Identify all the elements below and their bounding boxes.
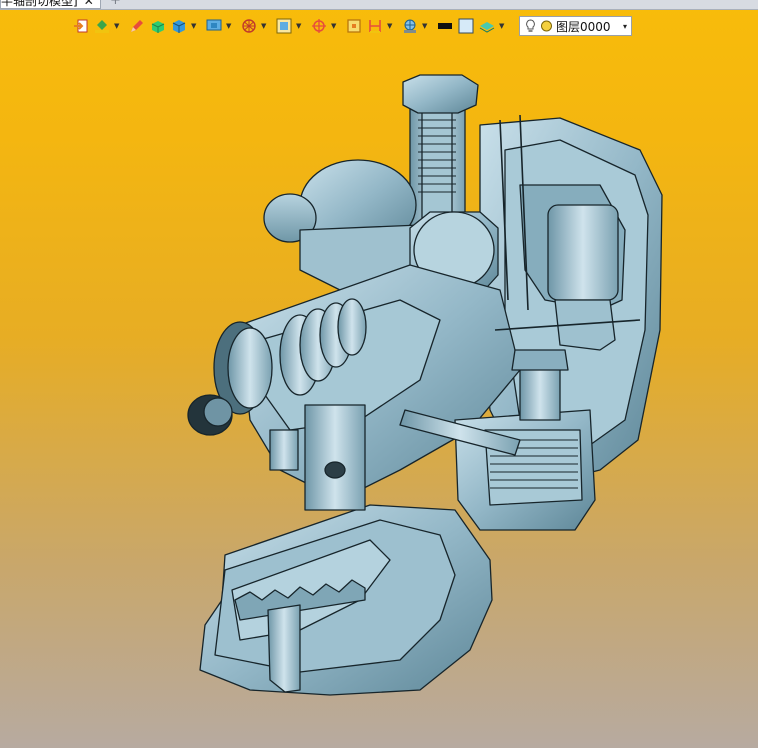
globe-plate-icon[interactable] (401, 17, 419, 35)
wireframe-sphere-icon[interactable] (240, 17, 258, 35)
black-rect-icon[interactable] (436, 17, 454, 35)
cube-icon[interactable] (170, 17, 188, 35)
dimension-icon[interactable] (366, 17, 384, 35)
dimension-dropdown[interactable]: ▼ (387, 17, 394, 35)
crosshair-icon[interactable] (310, 17, 328, 35)
monitor-dropdown[interactable]: ▼ (226, 17, 233, 35)
crosshair-dropdown[interactable]: ▼ (331, 17, 338, 35)
document-tab[interactable]: 半轴剖切模型] ✕ (0, 0, 101, 9)
layers-icon[interactable] (478, 17, 496, 35)
sphere-dropdown[interactable]: ▼ (261, 17, 268, 35)
monitor-cube-icon[interactable] (205, 17, 223, 35)
layer-color-dot-icon[interactable] (540, 19, 553, 33)
pencil-icon[interactable] (128, 17, 146, 35)
paint-bucket-icon[interactable] (93, 17, 111, 35)
sectioned-valve-model (187, 74, 663, 696)
frame-dropdown[interactable]: ▼ (296, 17, 303, 35)
document-tab-label: 半轴剖切模型] (1, 0, 78, 8)
cube-dropdown[interactable]: ▼ (191, 17, 198, 35)
view-toolbar: ▼ ▼ ▼ ▼ ▼ ▼ ▼ ▼ ▼ 图层0000 ▾ (72, 15, 632, 37)
3d-viewport[interactable] (0, 40, 758, 748)
add-tab-button[interactable]: + (110, 0, 121, 8)
solid-box-icon[interactable] (149, 17, 167, 35)
square-icon[interactable] (345, 17, 363, 35)
tab-strip: 半轴剖切模型] ✕ + (0, 0, 758, 10)
layer-name: 图层0000 (556, 19, 611, 34)
lightbulb-icon[interactable] (524, 19, 537, 33)
layers-dropdown[interactable]: ▼ (499, 17, 506, 35)
close-icon[interactable]: ✕ (84, 0, 94, 8)
paint-dropdown[interactable]: ▼ (114, 17, 121, 35)
import-icon[interactable] (72, 17, 90, 35)
light-square-icon[interactable] (457, 17, 475, 35)
frame-icon[interactable] (275, 17, 293, 35)
layer-select[interactable]: 图层0000 ▾ (519, 16, 632, 36)
globe-dropdown[interactable]: ▼ (422, 17, 429, 35)
chevron-down-icon[interactable]: ▾ (623, 22, 627, 31)
